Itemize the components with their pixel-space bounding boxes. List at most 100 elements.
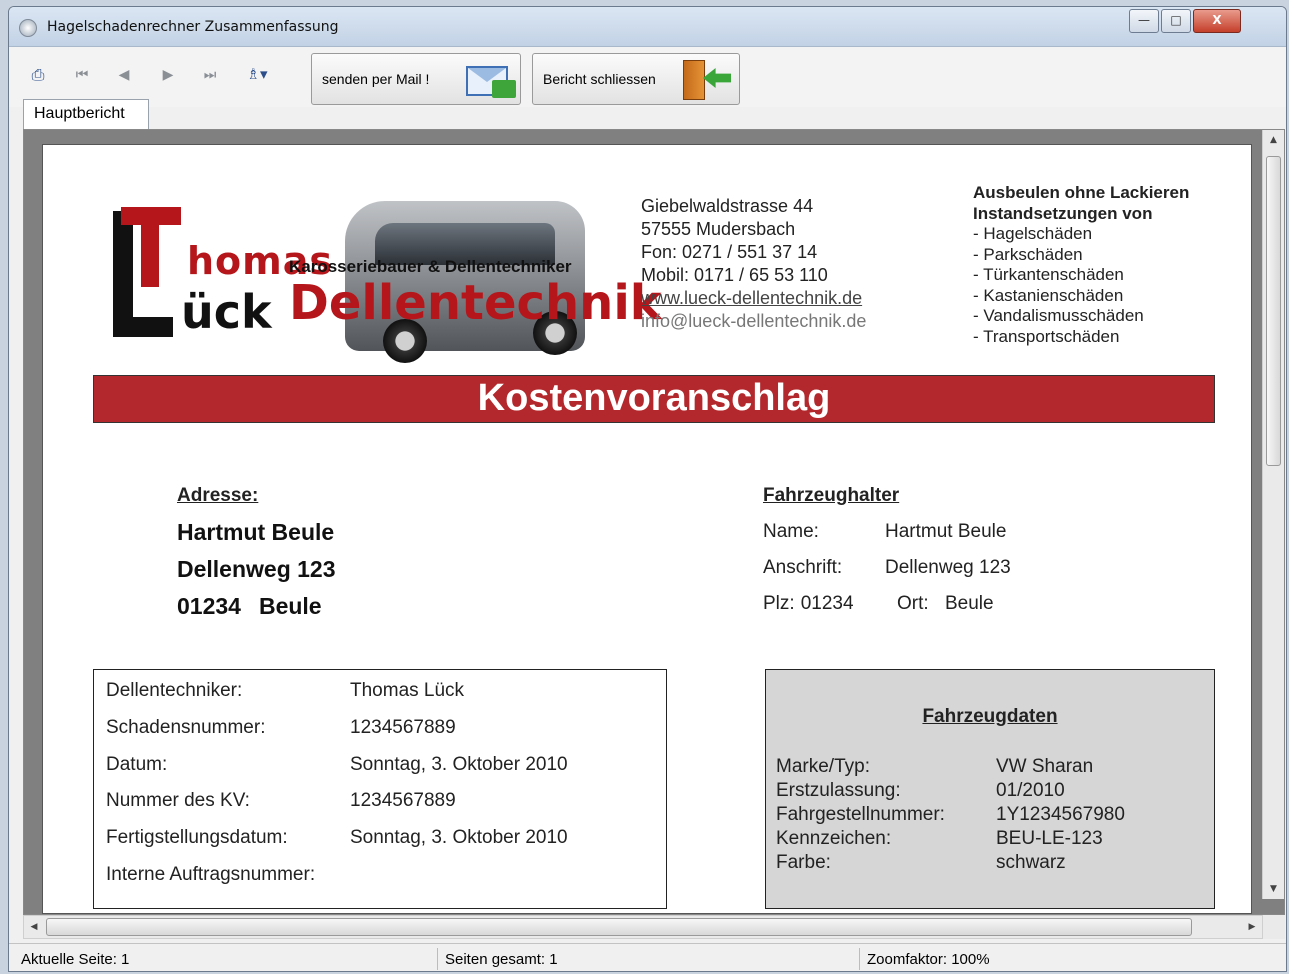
detail-value: 1234567889 <box>350 790 456 811</box>
vehicle-row: Fahrgestellnummer: 1Y1234567980 <box>776 804 1125 826</box>
contact-mobile: Mobil: 0171 / 65 53 110 <box>641 265 828 285</box>
scroll-corner <box>1263 915 1285 939</box>
vehicle-label: Fahrgestellnummer: <box>776 804 945 825</box>
tab-hauptbericht[interactable]: Hauptbericht <box>23 99 149 129</box>
company-logo: homas ück Karosseriebauer & Dellentechni… <box>113 201 662 363</box>
contact-city: 57555 Mudersbach <box>641 219 796 239</box>
title-bar[interactable]: Hagelschadenrechner Zusammenfassung — □ … <box>9 7 1286 47</box>
toolbar: ⎙ ⏮ ◀ ▶ ⏭ ♗▾ senden per Mail ! Bericht s… <box>9 47 1286 107</box>
scroll-down-icon[interactable]: ▼ <box>1263 879 1284 899</box>
window-title: Hagelschadenrechner Zusammenfassung <box>47 19 339 35</box>
close-report-button[interactable]: Bericht schliessen <box>532 53 740 105</box>
detail-label: Nummer des KV: <box>106 790 250 811</box>
logo-letter-t-stem <box>141 207 159 287</box>
service-item: - Hagelschäden <box>973 224 1093 243</box>
address-city-line: 01234 Beule <box>177 593 322 620</box>
status-divider <box>437 948 438 970</box>
vehicle-value: BEU-LE-123 <box>996 828 1103 849</box>
scroll-up-icon[interactable]: ▲ <box>1263 130 1284 150</box>
owner-plz-row: Plz: 01234 Ort: Beule <box>763 593 994 615</box>
arrow-right-icon <box>492 80 516 98</box>
detail-label: Dellentechniker: <box>106 680 243 701</box>
zoom-status: Zoomfaktor: 100% <box>867 951 990 968</box>
find-icon[interactable]: ♗▾ <box>237 65 277 83</box>
door-icon <box>683 60 705 100</box>
status-divider <box>859 948 860 970</box>
service-item: - Vandalismusschäden <box>973 306 1144 325</box>
address-name: Hartmut Beule <box>177 519 335 545</box>
services-title: Ausbeulen ohne Lackieren <box>973 183 1190 202</box>
vehicle-value: VW Sharan <box>996 756 1094 777</box>
last-page-icon[interactable]: ⏭ <box>201 67 219 83</box>
horizontal-scrollbar[interactable]: ◀ ▶ <box>23 915 1263 939</box>
logo-dellentechnik: Dellentechnik <box>289 275 662 331</box>
detail-label: Schadensnummer: <box>106 717 266 738</box>
status-bar: Aktuelle Seite: 1 Seiten gesamt: 1 Zoomf… <box>9 943 1286 971</box>
detail-value: Sonntag, 3. Oktober 2010 <box>350 827 568 848</box>
send-mail-button[interactable]: senden per Mail ! <box>311 53 521 105</box>
vertical-scrollbar[interactable]: ▲ ▼ <box>1262 130 1284 899</box>
horizontal-scroll-thumb[interactable] <box>46 918 1192 936</box>
next-page-icon[interactable]: ▶ <box>159 67 177 83</box>
detail-label: Datum: <box>106 754 168 775</box>
owner-name-label: Name: <box>763 521 819 542</box>
contact-email: info@lueck-dellentechnik.de <box>641 311 867 331</box>
vehicle-label: Marke/Typ: <box>776 756 870 777</box>
maximize-button[interactable]: □ <box>1161 9 1191 33</box>
owner-heading: Fahrzeughalter <box>763 485 900 506</box>
detail-label: Fertigstellungsdatum: <box>106 827 288 848</box>
owner-address-label: Anschrift: <box>763 557 843 578</box>
details-box: Dellentechniker: Thomas Lück Schadensnumm… <box>93 669 667 909</box>
detail-row: Schadensnummer: 1234567889 <box>106 717 456 739</box>
detail-value: Sonntag, 3. Oktober 2010 <box>350 754 568 775</box>
app-icon <box>19 19 37 37</box>
close-window-button[interactable]: X <box>1193 9 1241 33</box>
services-block: Ausbeulen ohne Lackieren Instandsetzunge… <box>973 183 1189 347</box>
owner-name-row: Name: Hartmut Beule <box>763 521 1006 543</box>
printer-icon[interactable]: ⎙ <box>29 65 47 85</box>
detail-value: 1234567889 <box>350 717 456 738</box>
logo-tagline: Karosseriebauer & Dellentechniker <box>289 257 572 276</box>
previous-page-icon[interactable]: ◀ <box>115 67 133 83</box>
detail-value: Thomas Lück <box>350 680 465 701</box>
vehicle-value: schwarz <box>996 852 1066 873</box>
owner-address-value: Dellenweg 123 <box>885 557 1011 578</box>
vehicle-label: Erstzulassung: <box>776 780 901 801</box>
logo-letter-l-base <box>113 317 173 337</box>
vehicle-value: 01/2010 <box>996 780 1065 801</box>
vehicle-row: Erstzulassung: 01/2010 <box>776 780 1065 802</box>
vehicle-label: Kennzeichen: <box>776 828 892 849</box>
total-pages-status: Seiten gesamt: 1 <box>445 951 558 968</box>
report-viewer: homas ück Karosseriebauer & Dellentechni… <box>23 129 1285 915</box>
services-subtitle: Instandsetzungen von <box>973 203 1153 223</box>
contact-phone: Fon: 0271 / 551 37 14 <box>641 242 818 262</box>
detail-row: Dellentechniker: Thomas Lück <box>106 680 464 702</box>
vehicle-box: Fahrzeugdaten Marke/Typ: VW Sharan Erstzu… <box>765 669 1215 909</box>
vehicle-heading: Fahrzeugdaten <box>922 706 1058 727</box>
current-page-status: Aktuelle Seite: 1 <box>21 951 130 968</box>
contact-street: Giebelwaldstrasse 44 <box>641 196 814 216</box>
contact-block: Giebelwaldstrasse 44 57555 Mudersbach Fo… <box>641 195 866 333</box>
address-street: Dellenweg 123 <box>177 556 336 582</box>
service-item: - Türkantenschäden <box>973 265 1124 284</box>
report-title-banner: Kostenvoranschlag <box>93 375 1215 423</box>
owner-plz-value: 01234 <box>800 593 854 614</box>
scroll-left-icon[interactable]: ◀ <box>24 916 44 938</box>
report-window: Hagelschadenrechner Zusammenfassung — □ … <box>8 6 1287 972</box>
contact-website-link[interactable]: www.lueck-dellentechnik.de <box>641 287 866 310</box>
address-heading: Adresse: <box>177 485 259 506</box>
owner-ort-value: Beule <box>945 593 994 614</box>
scroll-right-icon[interactable]: ▶ <box>1242 916 1262 938</box>
vehicle-row: Farbe: schwarz <box>776 852 1066 874</box>
address-city: Beule <box>258 593 322 619</box>
minimize-button[interactable]: — <box>1129 9 1159 33</box>
address-zip: 01234 <box>177 593 241 619</box>
vertical-scroll-thumb[interactable] <box>1266 156 1281 466</box>
owner-address-row: Anschrift: Dellenweg 123 <box>763 557 1011 579</box>
logo-lueck: ück <box>181 285 272 339</box>
first-page-icon[interactable]: ⏮ <box>73 67 91 83</box>
send-mail-label: senden per Mail ! <box>322 71 430 87</box>
owner-ort-label: Ort: <box>897 593 929 614</box>
owner-plz-label: Plz: <box>763 593 795 614</box>
detail-row: Datum: Sonntag, 3. Oktober 2010 <box>106 754 568 776</box>
